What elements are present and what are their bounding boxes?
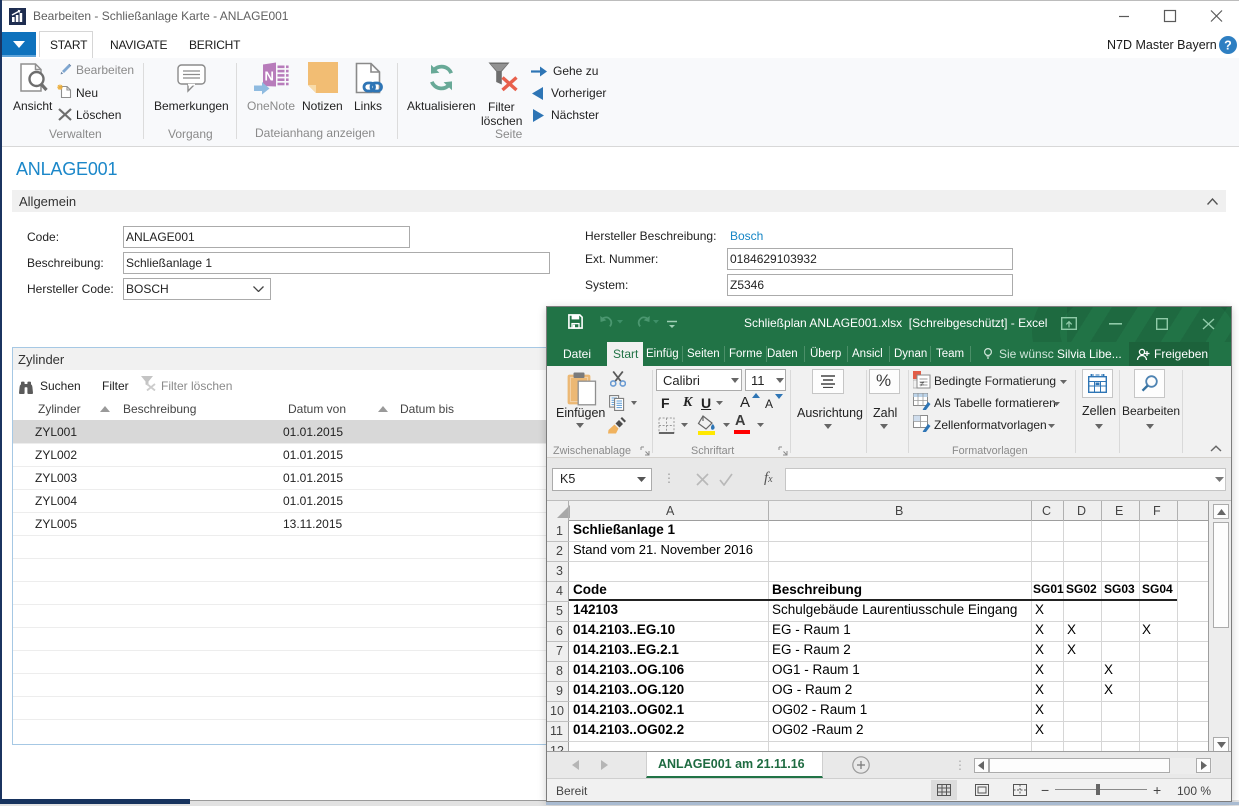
svg-text:N: N <box>265 69 274 84</box>
svg-text:≠: ≠ <box>920 380 925 389</box>
svg-text:?: ? <box>1224 38 1232 52</box>
